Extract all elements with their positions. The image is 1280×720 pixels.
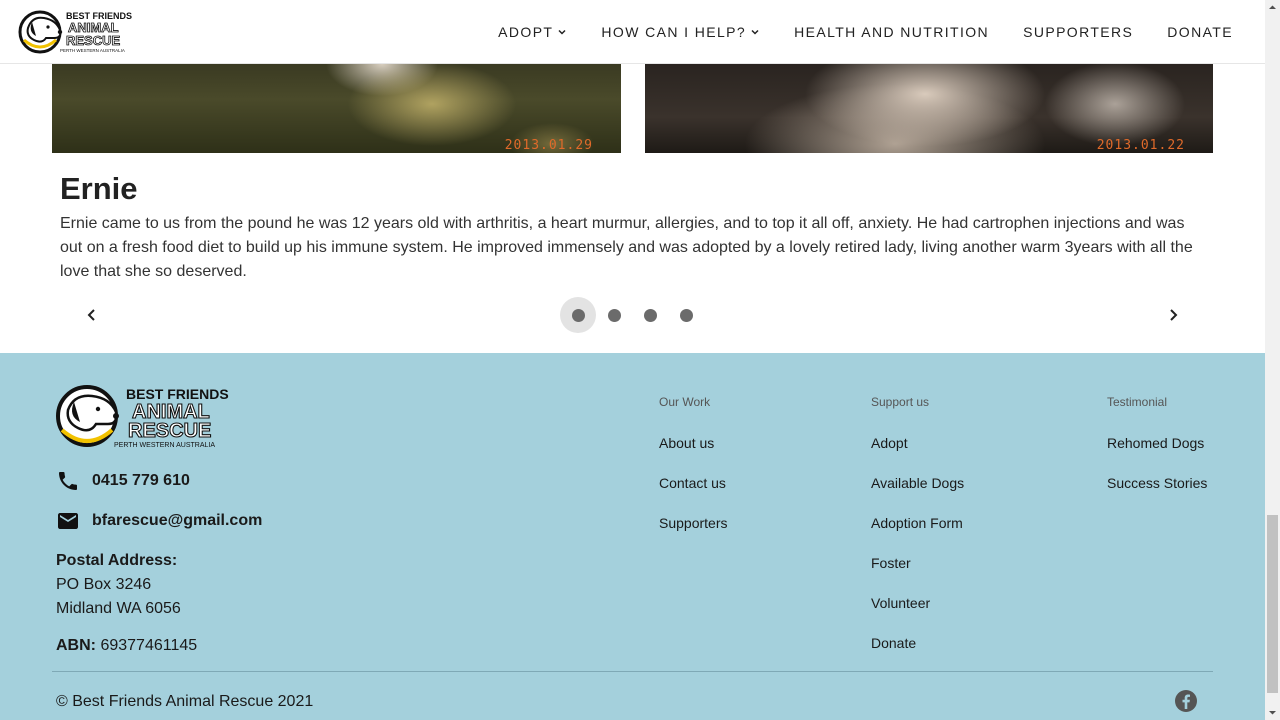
footer-link-adopt[interactable]: Adopt <box>871 435 964 475</box>
postal-line-2: Midland WA 6056 <box>56 600 181 617</box>
footer-logo[interactable]: BEST FRIENDS ANIMAL RESCUE PERTH WESTERN… <box>52 382 245 452</box>
nav-how-can-i-help[interactable]: HOW CAN I HELP? <box>601 24 760 40</box>
dot-indicator <box>607 308 621 322</box>
footer-email[interactable]: bfarescue@gmail.com <box>56 509 262 533</box>
footer-link-supporters[interactable]: Supporters <box>659 515 727 555</box>
svg-text:RESCUE: RESCUE <box>128 420 211 442</box>
chevron-left-icon <box>87 309 95 321</box>
svg-text:PERTH WESTERN AUSTRALIA: PERTH WESTERN AUSTRALIA <box>60 48 125 53</box>
photo-date-stamp: 2013.01.22 <box>1096 138 1185 153</box>
dot-indicator <box>679 308 693 322</box>
col-heading: Our Work <box>659 395 711 409</box>
facebook-icon[interactable] <box>1174 689 1198 713</box>
footer-link-donate[interactable]: Donate <box>871 635 964 675</box>
postal-address: Postal Address: PO Box 3246 Midland WA 6… <box>56 549 181 621</box>
footer-col-our-work: Our Work About us Contact us Supporters <box>659 395 727 555</box>
carousel-dot-3[interactable] <box>632 297 668 333</box>
footer-col-testimonial: Testimonial Rehomed Dogs Success Stories <box>1107 395 1207 515</box>
footer-link-volunteer[interactable]: Volunteer <box>871 595 964 635</box>
dog-photo-left: 2013.01.29 <box>52 64 621 153</box>
carousel-dot-1[interactable] <box>560 297 596 333</box>
svg-text:PERTH WESTERN AUSTRALIA: PERTH WESTERN AUSTRALIA <box>114 442 215 449</box>
footer-phone[interactable]: 0415 779 610 <box>56 469 190 493</box>
scroll-thumb[interactable] <box>1267 515 1278 693</box>
footer-link-adoption-form[interactable]: Adoption Form <box>871 515 964 555</box>
footer-link-success-stories[interactable]: Success Stories <box>1107 475 1207 515</box>
chevron-down-icon <box>751 29 759 35</box>
site-header: BEST FRIENDS ANIMAL RESCUE PERTH WESTERN… <box>0 0 1265 64</box>
nav-health-label: HEALTH AND NUTRITION <box>794 24 990 40</box>
footer-col-support-us: Support us Adopt Available Dogs Adoption… <box>871 395 964 675</box>
testimonial-dog-name: Ernie <box>60 171 138 206</box>
footer-link-foster[interactable]: Foster <box>871 555 964 595</box>
chevron-down-icon <box>558 29 566 35</box>
footer-link-rehomed-dogs[interactable]: Rehomed Dogs <box>1107 435 1207 475</box>
footer-link-about-us[interactable]: About us <box>659 435 727 475</box>
svg-text:BEST FRIENDS: BEST FRIENDS <box>126 386 229 402</box>
nav-supporters-label: SUPPORTERS <box>1023 24 1134 40</box>
abn-label: ABN: <box>56 637 96 654</box>
chevron-right-icon <box>1170 309 1178 321</box>
scroll-down-arrow-icon[interactable] <box>1265 705 1280 720</box>
nav-donate[interactable]: DONATE <box>1167 24 1233 40</box>
photo-date-stamp: 2013.01.29 <box>504 138 593 153</box>
postal-label: Postal Address: <box>56 552 178 569</box>
carousel-next-button[interactable] <box>1161 303 1185 327</box>
scroll-up-arrow-icon[interactable] <box>1265 0 1280 15</box>
footer-link-available-dogs[interactable]: Available Dogs <box>871 475 964 515</box>
nav-donate-label: DONATE <box>1167 24 1233 40</box>
dog-photo-right: 2013.01.22 <box>645 64 1213 153</box>
carousel-dot-4[interactable] <box>668 297 704 333</box>
testimonial-text: Ernie came to us from the pound he was 1… <box>60 215 1193 280</box>
postal-line-1: PO Box 3246 <box>56 576 152 593</box>
nav-supporters[interactable]: SUPPORTERS <box>1023 24 1133 40</box>
col-heading: Testimonial <box>1107 395 1168 409</box>
abn: ABN: 69377461145 <box>56 637 197 655</box>
carousel-prev-button[interactable] <box>80 303 104 327</box>
svg-text:RESCUE: RESCUE <box>66 33 121 48</box>
nav-health-and-nutrition[interactable]: HEALTH AND NUTRITION <box>794 24 989 40</box>
footer-link-contact-us[interactable]: Contact us <box>659 475 727 515</box>
abn-value: 69377461145 <box>100 637 198 654</box>
dot-indicator <box>571 308 585 322</box>
email-address: bfarescue@gmail.com <box>92 512 263 529</box>
site-footer: BEST FRIENDS ANIMAL RESCUE PERTH WESTERN… <box>0 353 1265 720</box>
footer-divider <box>52 671 1213 672</box>
carousel-dot-2[interactable] <box>596 297 632 333</box>
phone-number: 0415 779 610 <box>92 472 190 489</box>
nav-how-can-i-help-label: HOW CAN I HELP? <box>601 24 747 40</box>
dot-indicator <box>643 308 657 322</box>
nav-adopt-label: ADOPT <box>498 24 554 40</box>
col-heading: Support us <box>871 395 930 409</box>
phone-icon <box>59 472 77 490</box>
page-scrollbar[interactable] <box>1265 0 1280 720</box>
main-nav: ADOPT HOW CAN I HELP? HEALTH AND NUTRITI… <box>464 0 1233 64</box>
mail-icon <box>58 513 78 529</box>
copyright: © Best Friends Animal Rescue 2021 <box>56 693 314 710</box>
site-logo[interactable]: BEST FRIENDS ANIMAL RESCUE PERTH WESTERN… <box>16 8 146 56</box>
nav-adopt[interactable]: ADOPT <box>498 24 567 40</box>
carousel-dots <box>560 297 704 333</box>
